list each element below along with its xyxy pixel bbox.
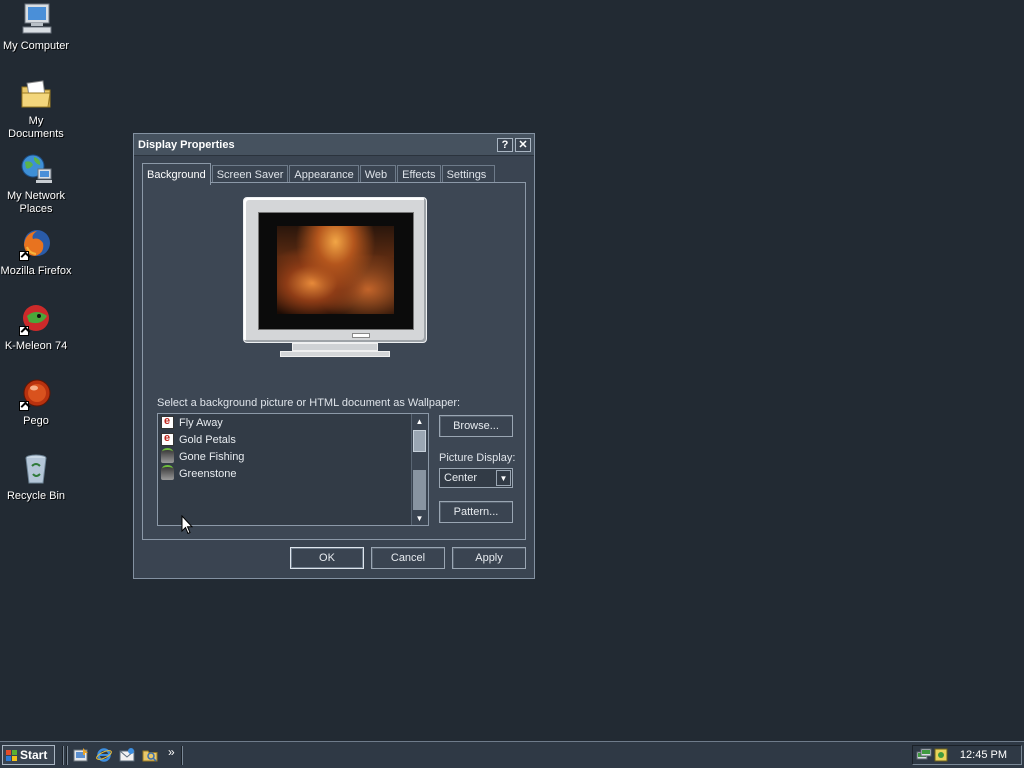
- my-computer-icon: [19, 2, 53, 36]
- list-item-label: Fly Away: [179, 416, 223, 429]
- desktop-icon-label: K-Meleon 74: [4, 340, 68, 352]
- desktop-icon-my-documents[interactable]: My Documents: [0, 77, 72, 141]
- desktop-icon-label: My Computer: [2, 40, 70, 52]
- tab-background[interactable]: Background: [142, 163, 211, 185]
- wallpaper-preview-image: [277, 226, 394, 314]
- shortcut-arrow-icon: [19, 401, 29, 411]
- display-properties-window[interactable]: Display Properties ? ✕ Background Screen…: [133, 133, 535, 579]
- window-title: Display Properties: [138, 138, 235, 151]
- list-item-label: Gone Fishing: [179, 450, 245, 463]
- quick-launch-chevron-icon[interactable]: »: [168, 745, 175, 759]
- windows-logo-icon: [6, 749, 17, 761]
- monitor-screen: [258, 212, 414, 330]
- wallpaper-list-label: Select a background picture or HTML docu…: [157, 397, 461, 409]
- desktop-icon-k-meleon[interactable]: K-Meleon 74: [0, 302, 72, 353]
- title-bar[interactable]: Display Properties ? ✕: [134, 134, 534, 156]
- recycle-bin-icon: [19, 452, 53, 486]
- pattern-button[interactable]: Pattern...: [439, 501, 513, 523]
- tab-strip: Background Screen Saver Appearance Web E…: [142, 163, 496, 185]
- picture-display-select[interactable]: Center ▼: [439, 468, 513, 488]
- taskbar-separator: [62, 746, 64, 765]
- volume-tray-icon[interactable]: [933, 747, 949, 763]
- html-document-icon: [161, 415, 174, 429]
- bitmap-image-icon: [161, 448, 174, 463]
- ok-button[interactable]: OK: [290, 547, 364, 569]
- html-document-icon: [161, 432, 174, 446]
- picture-display-label: Picture Display:: [439, 452, 516, 464]
- firefox-icon: [19, 227, 53, 261]
- picture-display-value: Center: [444, 472, 478, 484]
- pego-icon: [19, 377, 53, 411]
- vertical-scrollbar[interactable]: ▲ ▼: [411, 414, 428, 525]
- desktop-icon-recycle-bin[interactable]: Recycle Bin: [0, 452, 72, 503]
- windows-explorer-icon[interactable]: [142, 747, 158, 763]
- cancel-button[interactable]: Cancel: [371, 547, 445, 569]
- my-documents-icon: [19, 77, 53, 111]
- desktop-icon-label: My Network Places: [6, 190, 66, 215]
- bitmap-image-icon: [161, 465, 174, 480]
- network-places-icon: [19, 152, 53, 186]
- monitor-power-light: [352, 333, 370, 338]
- desktop-icon-label: My Documents: [8, 115, 64, 140]
- apply-button[interactable]: Apply: [452, 547, 526, 569]
- monitor-base: [280, 351, 390, 357]
- monitor-preview: [243, 197, 427, 343]
- scroll-track[interactable]: [413, 470, 426, 510]
- browse-button[interactable]: Browse...: [439, 415, 513, 437]
- wallpaper-listbox[interactable]: Fly Away Gold Petals Gone Fishing Greens…: [157, 413, 429, 526]
- taskbar-separator: [181, 746, 183, 765]
- help-button[interactable]: ?: [497, 137, 513, 152]
- list-item[interactable]: Gone Fishing: [158, 448, 428, 465]
- outlook-express-icon[interactable]: [119, 747, 135, 763]
- monitor-stand: [292, 343, 378, 351]
- system-clock[interactable]: 12:45 PM: [960, 749, 1007, 761]
- list-item-label: Gold Petals: [179, 433, 236, 446]
- taskbar-separator: [66, 746, 68, 765]
- scroll-thumb[interactable]: [413, 430, 426, 452]
- desktop-icon-label: Recycle Bin: [6, 490, 66, 502]
- desktop-icon-pego[interactable]: Pego: [0, 377, 72, 428]
- desktop-icon-firefox[interactable]: Mozilla Firefox: [0, 227, 72, 278]
- mouse-cursor-icon: [181, 515, 193, 535]
- list-item[interactable]: Gold Petals: [158, 431, 428, 448]
- show-desktop-icon[interactable]: [73, 747, 89, 763]
- system-tray: 12:45 PM: [912, 745, 1022, 765]
- desktop-icon-network-places[interactable]: My Network Places: [0, 152, 72, 216]
- taskbar: Start » 12:45 PM: [0, 741, 1024, 768]
- list-item-label: Greenstone: [179, 467, 237, 480]
- background-tab-panel: Select a background picture or HTML docu…: [142, 182, 526, 540]
- close-button[interactable]: ✕: [515, 137, 531, 152]
- chevron-down-icon[interactable]: ▼: [496, 470, 511, 486]
- start-label: Start: [20, 748, 48, 762]
- desktop-icon-label: Pego: [23, 415, 49, 427]
- shortcut-arrow-icon: [19, 326, 29, 336]
- desktop-icon-label: Mozilla Firefox: [0, 265, 72, 277]
- scroll-down-icon[interactable]: ▼: [412, 511, 427, 525]
- desktop-icon-my-computer[interactable]: My Computer: [0, 2, 72, 53]
- scroll-up-icon[interactable]: ▲: [412, 414, 427, 428]
- shortcut-arrow-icon: [19, 251, 29, 261]
- network-tray-icon[interactable]: [916, 747, 932, 763]
- k-meleon-icon: [19, 302, 53, 336]
- list-item[interactable]: Fly Away: [158, 414, 428, 431]
- start-button[interactable]: Start: [2, 745, 55, 765]
- list-item[interactable]: Greenstone: [158, 465, 428, 482]
- internet-explorer-icon[interactable]: [96, 747, 112, 763]
